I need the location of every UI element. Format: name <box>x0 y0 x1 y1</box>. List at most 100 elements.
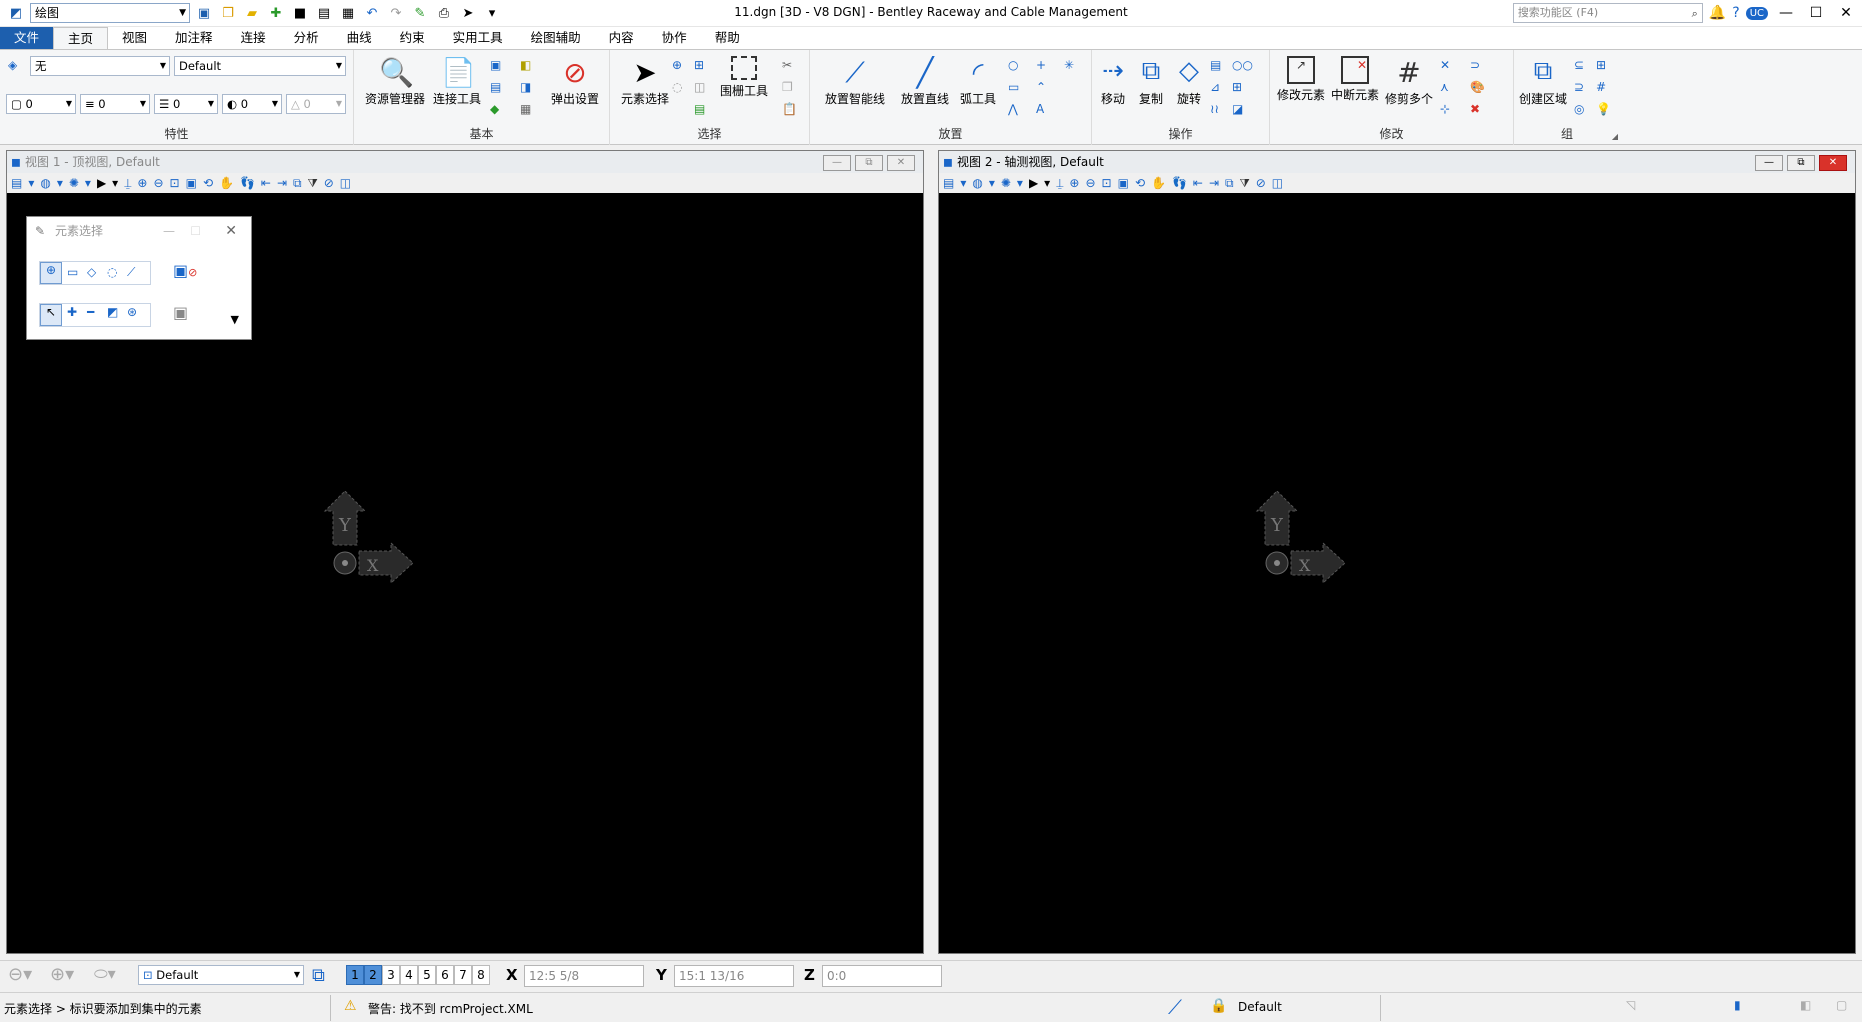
attach-tools-button[interactable]: 📄 连接工具 <box>426 56 488 107</box>
pattern-icon[interactable]: # <box>1596 80 1612 96</box>
array-icon[interactable]: ○○ <box>1232 58 1253 74</box>
window-area-icon[interactable]: ⊡ <box>170 176 186 190</box>
tab-analyze[interactable]: 分析 <box>280 27 333 49</box>
extend-icon[interactable]: ⋏ <box>1440 80 1456 96</box>
save-status-icon[interactable]: ◧ <box>1800 998 1811 1012</box>
copy-clipboard-icon[interactable]: ❐ <box>782 80 798 96</box>
fence-tools-button[interactable]: 围栅工具 <box>714 56 774 99</box>
levels-icon[interactable]: ◧ <box>520 58 536 74</box>
dialog-launcher-icon[interactable]: ◢ <box>1612 132 1618 141</box>
tab-constraints[interactable]: 约束 <box>386 27 439 49</box>
paste-icon[interactable]: 📋 <box>782 102 798 118</box>
x-coord-field[interactable]: 12:5 5/8 <box>524 965 644 987</box>
zoom-in-icon[interactable]: ⊕ <box>1069 176 1085 190</box>
lightbulb-icon[interactable]: 💡 <box>1596 102 1612 118</box>
view-toggle-6[interactable]: 6 <box>436 965 454 985</box>
minimize-window-button[interactable]: — <box>1774 3 1798 23</box>
design-history-icon[interactable]: ◹ <box>1626 998 1635 1012</box>
select-cursor-gray-icon[interactable]: ▣ <box>173 303 188 322</box>
select-cursor-icon[interactable]: ➤ <box>458 3 478 23</box>
view-toggle-8[interactable]: 8 <box>472 965 490 985</box>
y-coord-field[interactable]: 15:1 13/16 <box>674 965 794 987</box>
add-file-icon[interactable]: ✚ <box>266 3 286 23</box>
invert-selection-icon[interactable]: ◫ <box>694 80 710 96</box>
intersect-icon[interactable]: ✕ <box>1440 58 1456 74</box>
mode-select-all-icon[interactable]: ⊛ <box>127 305 137 319</box>
mode-new-icon[interactable]: ↖ <box>40 304 62 326</box>
next-view-icon[interactable]: ⇥ <box>1209 176 1225 190</box>
mode-subtract-icon[interactable]: ━ <box>87 305 94 319</box>
view-2-close-button[interactable]: ✕ <box>1819 155 1847 171</box>
multiline-icon[interactable]: ⌃ <box>1036 80 1052 96</box>
view-toggle-7[interactable]: 7 <box>454 965 472 985</box>
view-2-canvas[interactable]: Y X <box>939 201 1855 953</box>
view-1-minimize-button[interactable]: — <box>823 155 851 171</box>
fillet-icon[interactable]: ⊃ <box>1470 58 1486 74</box>
copy-view-icon[interactable]: ⧉ <box>293 176 308 190</box>
view-filter-icon[interactable]: ⧩ <box>1240 176 1256 190</box>
tab-annotate[interactable]: 加注释 <box>161 27 227 49</box>
notification-bell-icon[interactable]: 🔔 <box>1709 5 1726 21</box>
cells-icon[interactable]: ▦ <box>520 102 536 118</box>
text-style-select[interactable]: Default ▼ <box>174 56 346 76</box>
render-icon[interactable]: ▶▾ <box>97 176 124 190</box>
close-window-button[interactable]: ✕ <box>1834 3 1858 23</box>
move-button[interactable]: ⇢ 移动 <box>1094 56 1132 107</box>
weight-select[interactable]: ≡ 0 ▼ <box>80 94 150 114</box>
raster-icon[interactable]: ◆ <box>490 102 506 118</box>
mirror-icon[interactable]: ⊿ <box>1210 80 1226 96</box>
copy-button[interactable]: ⧉ 复制 <box>1132 56 1170 107</box>
circle-icon[interactable]: ○ <box>1008 58 1024 74</box>
z-coord-field[interactable]: 0:0 <box>822 965 942 987</box>
explorer-button[interactable]: 🔍 资源管理器 <box>360 56 430 107</box>
pan-icon[interactable]: ✋ <box>1151 176 1172 190</box>
stretch-icon[interactable]: ≀≀ <box>1210 102 1226 118</box>
tab-view[interactable]: 视图 <box>108 27 161 49</box>
lock-icon[interactable]: 🔒 <box>1210 998 1227 1014</box>
camera-icon[interactable]: ◫ <box>340 176 357 190</box>
create-region-button[interactable]: ⧉ 创建区域 <box>1516 56 1570 107</box>
spin-icon[interactable]: ◪ <box>1232 102 1248 118</box>
method-individual-icon[interactable]: ⊕ <box>40 262 62 284</box>
clip-volume-icon[interactable]: ⊘ <box>1256 176 1272 190</box>
transparency-select[interactable]: ◐ 0 ▼ <box>222 94 282 114</box>
view-2-minimize-button[interactable]: — <box>1755 155 1783 171</box>
previous-view-icon[interactable]: ⇤ <box>261 176 277 190</box>
arc-tools-button[interactable]: ◜ 弧工具 <box>954 56 1002 107</box>
compress-icon[interactable]: ▦ <box>338 3 358 23</box>
rotate-button[interactable]: ◇ 旋转 <box>1170 56 1208 107</box>
lock-group-icon[interactable]: ◎ <box>1574 102 1590 118</box>
view-1-restore-button[interactable]: ⧉ <box>855 155 883 171</box>
forward-arrow-icon[interactable]: ⊕▾ <box>50 964 74 985</box>
change-attributes-icon[interactable]: 🎨 <box>1470 80 1486 96</box>
next-view-icon[interactable]: ⇥ <box>277 176 293 190</box>
redo-icon[interactable]: ↷ <box>386 3 406 23</box>
select-by-attributes-icon[interactable]: ⊞ <box>694 58 710 74</box>
tab-help[interactable]: 帮助 <box>701 27 754 49</box>
maximize-window-button[interactable]: ☐ <box>1804 3 1828 23</box>
cut-icon[interactable]: ✂ <box>782 58 798 74</box>
dialog-minimize-icon[interactable]: — <box>163 217 175 245</box>
level-select[interactable]: 无 ▼ <box>30 56 170 76</box>
ribbon-search-input[interactable]: 搜索功能区 (F4) ⌕ <box>1512 3 1703 23</box>
element-selection-button[interactable]: ➤ 元素选择 <box>614 56 676 107</box>
method-line-icon[interactable]: ⟋ <box>127 265 135 280</box>
zoom-out-icon[interactable]: ⊖ <box>1085 176 1101 190</box>
tab-utilities[interactable]: 实用工具 <box>439 27 517 49</box>
display-style-icon[interactable]: ◍▾ <box>40 176 69 190</box>
back-arrow-icon[interactable]: ⊖▾ <box>8 964 32 985</box>
tab-content[interactable]: 内容 <box>595 27 648 49</box>
save-icon[interactable]: ■ <box>290 3 310 23</box>
scale-icon[interactable]: ▤ <box>1210 58 1226 74</box>
model-select[interactable]: ⊡ Default ▼ <box>138 965 304 985</box>
tab-collaborate[interactable]: 协作 <box>648 27 701 49</box>
select-all-icon[interactable]: ⊕ <box>672 58 688 74</box>
view-2-restore-button[interactable]: ⧉ <box>1787 155 1815 171</box>
tab-drawing-aids[interactable]: 绘图辅助 <box>517 27 595 49</box>
workspace-icon[interactable]: ▣ <box>194 3 214 23</box>
tab-file[interactable]: 文件 <box>0 27 54 49</box>
point-icon[interactable]: + <box>1036 58 1052 74</box>
break-element-button[interactable]: ✕ 中断元素 <box>1328 56 1382 103</box>
modify-element-button[interactable]: ↗ 修改元素 <box>1274 56 1328 103</box>
zoom-in-icon[interactable]: ⊕ <box>137 176 153 190</box>
